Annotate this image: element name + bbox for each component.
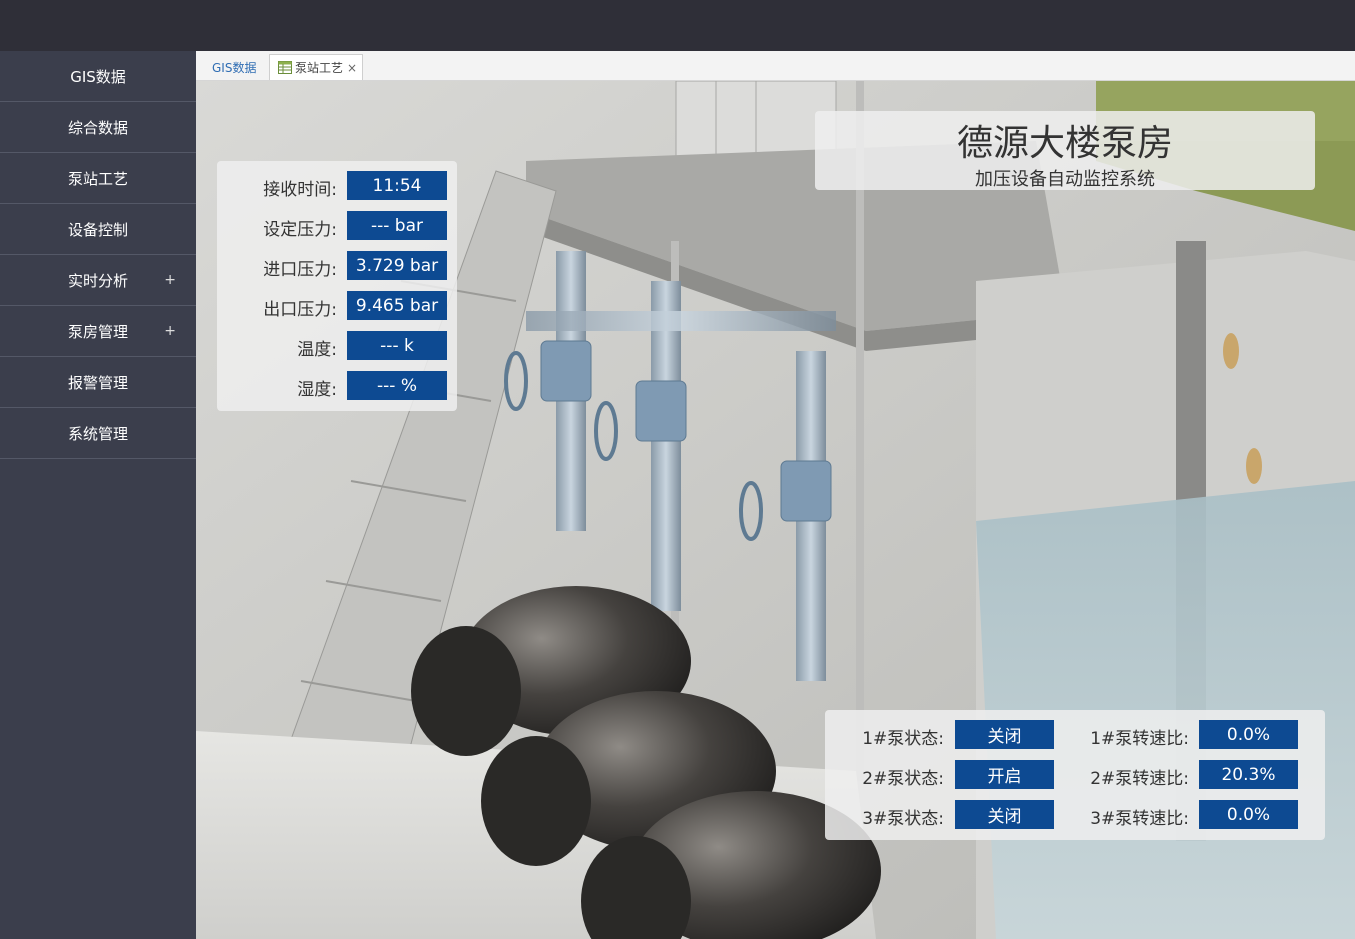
pump-status-label: 1#泵状态: bbox=[862, 729, 944, 749]
sidebar-item-device-control[interactable]: 设备控制 bbox=[0, 204, 196, 255]
info-row-inlet-pressure: 进口压力: 3.729 bar bbox=[217, 251, 457, 281]
sidebar-item-label: GIS数据 bbox=[70, 67, 126, 86]
pump-1-status-value: 关闭 bbox=[955, 720, 1054, 749]
page-subtitle: 加压设备自动监控系统 bbox=[975, 169, 1155, 190]
tab-label: GIS数据 bbox=[212, 60, 257, 75]
temperature-value: --- k bbox=[347, 331, 447, 360]
sidebar-item-realtime-analysis[interactable]: 实时分析 + bbox=[0, 255, 196, 306]
pump-status-label: 2#泵状态: bbox=[862, 769, 944, 789]
info-label: 设定压力: bbox=[263, 220, 337, 240]
info-row-set-pressure: 设定压力: --- bar bbox=[217, 211, 457, 241]
sidebar-item-label: 报警管理 bbox=[67, 373, 128, 392]
inlet-pressure-value: 3.729 bar bbox=[347, 251, 447, 280]
receive-time-value: 11:54 bbox=[347, 171, 447, 200]
sidebar-item-alarm-management[interactable]: 报警管理 bbox=[0, 357, 196, 408]
info-label: 接收时间: bbox=[263, 180, 337, 200]
page-title: 德源大楼泵房 bbox=[956, 123, 1173, 164]
info-label: 出口压力: bbox=[263, 300, 337, 320]
pump-ratio-label: 2#泵转速比: bbox=[1090, 769, 1189, 789]
table-icon bbox=[278, 61, 292, 74]
expand-plus-icon[interactable]: + bbox=[164, 272, 176, 288]
pump-1-ratio-value: 0.0% bbox=[1199, 720, 1298, 749]
pump-3-status-value: 关闭 bbox=[955, 800, 1054, 829]
humidity-value: --- % bbox=[347, 371, 447, 400]
sidebar-item-label: 实时分析 bbox=[67, 271, 128, 290]
tab-bar: GIS数据 泵站工艺 × bbox=[196, 51, 1355, 81]
sidebar-item-pump-station-process[interactable]: 泵站工艺 bbox=[0, 153, 196, 204]
pump-row-3: 3#泵状态: 关闭 3#泵转速比: 0.0% bbox=[825, 800, 1325, 830]
sidebar-item-label: 设备控制 bbox=[67, 220, 128, 239]
sidebar-item-comprehensive-data[interactable]: 综合数据 bbox=[0, 102, 196, 153]
info-label: 温度: bbox=[297, 340, 337, 360]
info-label: 进口压力: bbox=[263, 260, 337, 280]
pump-status-panel: 1#泵状态: 关闭 1#泵转速比: 0.0% 2#泵状态: 开启 2#泵转速比:… bbox=[825, 710, 1325, 840]
sidebar-item-label: 泵房管理 bbox=[67, 322, 128, 341]
info-row-outlet-pressure: 出口压力: 9.465 bar bbox=[217, 291, 457, 321]
sidebar-item-label: 系统管理 bbox=[67, 424, 128, 443]
sidebar-item-system-management[interactable]: 系统管理 bbox=[0, 408, 196, 459]
info-row-humidity: 湿度: --- % bbox=[217, 371, 457, 401]
pump-2-status-value: 开启 bbox=[955, 760, 1054, 789]
expand-plus-icon[interactable]: + bbox=[164, 323, 176, 339]
close-icon[interactable]: × bbox=[347, 61, 357, 75]
pump-ratio-label: 3#泵转速比: bbox=[1090, 809, 1189, 829]
pump-row-2: 2#泵状态: 开启 2#泵转速比: 20.3% bbox=[825, 760, 1325, 790]
title-panel: 德源大楼泵房 加压设备自动监控系统 bbox=[815, 111, 1315, 190]
info-label: 湿度: bbox=[297, 380, 337, 400]
pump-2-ratio-value: 20.3% bbox=[1199, 760, 1298, 789]
outlet-pressure-value: 9.465 bar bbox=[347, 291, 447, 320]
tab-gis-data[interactable]: GIS数据 bbox=[206, 54, 262, 80]
sidebar-nav: GIS数据 综合数据 泵站工艺 设备控制 实时分析 + 泵房管理 + 报警管理 … bbox=[0, 51, 196, 939]
pump-ratio-label: 1#泵转速比: bbox=[1090, 729, 1189, 749]
sidebar-item-label: 泵站工艺 bbox=[67, 169, 128, 188]
pump-status-label: 3#泵状态: bbox=[862, 809, 944, 829]
pump-3-ratio-value: 0.0% bbox=[1199, 800, 1298, 829]
sidebar-item-label: 综合数据 bbox=[67, 118, 128, 137]
top-header-bar bbox=[0, 0, 1355, 51]
info-row-receive-time: 接收时间: 11:54 bbox=[217, 171, 457, 201]
tab-label: 泵站工艺 bbox=[295, 61, 344, 75]
info-row-temperature: 温度: --- k bbox=[217, 331, 457, 361]
set-pressure-value: --- bar bbox=[347, 211, 447, 240]
sidebar-item-gis-data[interactable]: GIS数据 bbox=[0, 51, 196, 102]
tab-pump-station-process[interactable]: 泵站工艺 × bbox=[269, 54, 363, 80]
sidebar-item-pump-room-management[interactable]: 泵房管理 + bbox=[0, 306, 196, 357]
pump-row-1: 1#泵状态: 关闭 1#泵转速比: 0.0% bbox=[825, 720, 1325, 750]
sensor-info-panel: 接收时间: 11:54 设定压力: --- bar 进口压力: 3.729 ba… bbox=[217, 161, 457, 411]
